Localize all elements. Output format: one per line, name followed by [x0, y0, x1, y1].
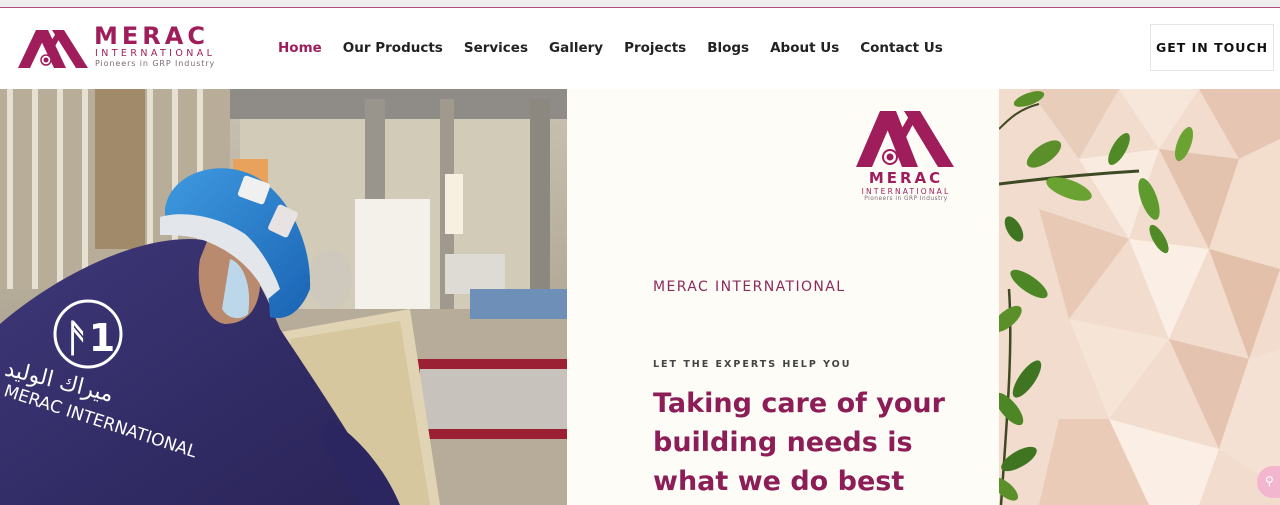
nav-item-contact-us[interactable]: Contact Us: [860, 40, 943, 57]
nav-item-gallery[interactable]: Gallery: [549, 40, 603, 57]
hero-headline-line: Taking care of your: [653, 388, 945, 419]
merac-logo-mark-icon: [856, 111, 954, 167]
accessibility-icon: ⚲: [1265, 474, 1274, 488]
hero-section: ᚫ1 ميراك الوليد MERAC INTERNATIONAL MERA…: [0, 89, 1280, 505]
panel-logo: MERAC INTERNATIONAL Pioneers in GRP Indu…: [850, 107, 962, 217]
hero-worker-photo: ᚫ1 ميراك الوليد MERAC INTERNATIONAL: [0, 89, 567, 505]
svg-text:ᚫ1: ᚫ1: [66, 316, 115, 360]
hero-text-panel: MERAC INTERNATIONAL Pioneers in GRP Indu…: [567, 89, 999, 505]
hero-kicker: LET THE EXPERTS HELP YOU: [653, 359, 852, 370]
nav-item-home[interactable]: Home: [278, 40, 322, 57]
merac-logo-icon: [18, 30, 88, 68]
panel-logo-name: MERAC: [868, 169, 944, 187]
logo-subtitle: INTERNATIONAL: [95, 48, 216, 59]
nav-item-our-products[interactable]: Our Products: [343, 40, 443, 57]
panel-logo-tagline: Pioneers in GRP Industry: [864, 196, 948, 202]
nav-item-about-us[interactable]: About Us: [770, 40, 839, 57]
hero-headline: Taking care of your building needs is wh…: [653, 384, 983, 501]
main-nav: Home Our Products Services Gallery Proje…: [278, 40, 964, 57]
decor-wall-illustration: [999, 89, 1280, 505]
nav-item-services[interactable]: Services: [464, 40, 528, 57]
site-header: MERAC INTERNATIONAL Pioneers in GRP Indu…: [0, 8, 1280, 89]
nav-item-blogs[interactable]: Blogs: [707, 40, 749, 57]
logo-name: MERAC: [94, 22, 209, 50]
get-in-touch-button[interactable]: GET IN TOUCH: [1150, 24, 1274, 71]
hero-headline-line: building needs is: [653, 427, 913, 458]
hero-headline-line: what we do best: [653, 466, 905, 497]
hero-decor-photo: [999, 89, 1280, 505]
hero-company-name: MERAC INTERNATIONAL: [653, 279, 846, 295]
nav-item-projects[interactable]: Projects: [624, 40, 686, 57]
browser-top-strip: [0, 0, 1280, 8]
site-logo[interactable]: MERAC INTERNATIONAL Pioneers in GRP Indu…: [18, 23, 228, 75]
panel-logo-subtitle: INTERNATIONAL: [861, 187, 951, 196]
worker-photo-illustration: ᚫ1 ميراك الوليد MERAC INTERNATIONAL: [0, 89, 567, 505]
logo-tagline: Pioneers in GRP Industry: [95, 59, 216, 68]
